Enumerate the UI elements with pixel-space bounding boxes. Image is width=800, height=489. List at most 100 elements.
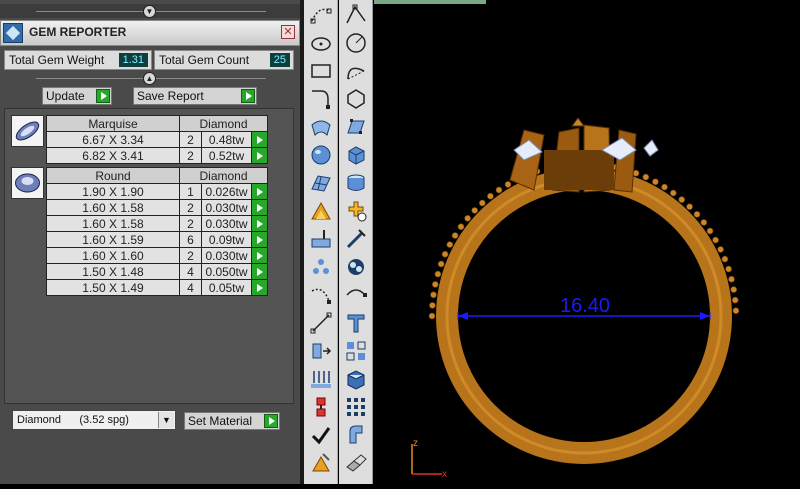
grid-array-icon[interactable] xyxy=(344,339,368,363)
boolean-subtract-icon[interactable] xyxy=(309,227,333,251)
pave-bead xyxy=(678,196,686,203)
total-gem-weight-value: 1.31 xyxy=(118,53,148,67)
panel-title-bar: GEM REPORTER ✕ xyxy=(0,20,300,46)
pave-bead xyxy=(446,241,454,248)
gem-seat-icon[interactable] xyxy=(309,199,333,223)
fillet-curve-icon[interactable] xyxy=(309,87,333,111)
select-row-play-icon[interactable] xyxy=(251,263,268,280)
paint-material-icon[interactable] xyxy=(309,451,333,475)
chevron-down-icon[interactable]: ▼ xyxy=(158,412,174,428)
close-icon[interactable]: ✕ xyxy=(281,25,295,39)
gem-weight: 0.026tw xyxy=(201,183,252,200)
axis-z-label: z xyxy=(413,438,418,449)
gem-layout-icon[interactable] xyxy=(344,255,368,279)
viewport-tab[interactable] xyxy=(374,0,486,4)
dot-grid-icon[interactable] xyxy=(344,395,368,419)
table-row[interactable]: 1.90 X 1.90 1 0.026tw xyxy=(46,183,268,200)
top-collapse-bar[interactable]: ▼ xyxy=(0,4,302,18)
gem-weight: 0.050tw xyxy=(201,263,252,280)
total-gem-count-value: 25 xyxy=(269,53,290,67)
pave-bead xyxy=(730,286,738,293)
rectangle-tool-icon[interactable] xyxy=(309,59,333,83)
gem-cluster-icon[interactable] xyxy=(344,199,368,223)
total-gem-weight: Total Gem Weight 1.31 xyxy=(4,50,152,70)
set-material-button[interactable]: Set Material xyxy=(184,412,280,430)
pave-bead xyxy=(642,173,650,181)
select-row-play-icon[interactable] xyxy=(251,147,268,164)
text-tool-icon[interactable] xyxy=(344,311,368,335)
table-row[interactable]: 6.67 X 3.34 2 0.48tw xyxy=(46,131,268,148)
table-row[interactable]: 1.60 X 1.58 2 0.030tw xyxy=(46,215,268,232)
pave-bead xyxy=(712,236,719,244)
cage-edit-icon[interactable] xyxy=(344,115,368,139)
material-header: Diamond xyxy=(179,167,268,184)
check-icon[interactable] xyxy=(309,423,333,447)
arc-tool-icon[interactable] xyxy=(344,59,368,83)
collapse-toggle-icon[interactable]: ▼ xyxy=(143,5,156,18)
array-points-icon[interactable] xyxy=(309,255,333,279)
gem-weight: 0.09tw xyxy=(201,231,252,248)
knife-cut-icon[interactable] xyxy=(344,227,368,251)
toolbar-right-column xyxy=(339,0,373,484)
update-button[interactable]: Update xyxy=(42,87,112,105)
ellipse-tool-icon[interactable] xyxy=(309,31,333,55)
select-row-play-icon[interactable] xyxy=(251,231,268,248)
gem-count: 2 xyxy=(179,131,202,148)
table-row[interactable]: 1.50 X 1.49 4 0.05tw xyxy=(46,279,268,296)
3d-viewport[interactable]: 16.40 z x xyxy=(374,0,800,484)
box-tool-icon[interactable] xyxy=(344,143,368,167)
select-row-play-icon[interactable] xyxy=(251,131,268,148)
extrude-icon[interactable] xyxy=(309,339,333,363)
collapse-toggle-icon[interactable]: ▲ xyxy=(143,72,156,85)
render-shaded-icon[interactable] xyxy=(344,451,368,475)
polyline-icon[interactable] xyxy=(309,311,333,335)
table-row[interactable]: 1.60 X 1.58 2 0.030tw xyxy=(46,199,268,216)
surface-patch-icon[interactable] xyxy=(309,171,333,195)
save-report-button[interactable]: Save Report xyxy=(133,87,257,105)
gem-count: 2 xyxy=(179,199,202,216)
table-row[interactable]: 1.60 X 1.60 2 0.030tw xyxy=(46,247,268,264)
save-report-button-label: Save Report xyxy=(137,89,204,103)
table-row[interactable]: 1.60 X 1.59 6 0.09tw xyxy=(46,231,268,248)
material-header: Diamond xyxy=(179,115,268,132)
select-row-play-icon[interactable] xyxy=(251,199,268,216)
arc-curve-icon[interactable] xyxy=(344,283,368,307)
circle-tool-icon[interactable] xyxy=(344,31,368,55)
material-dropdown-value: Diamond (3.52 spg) xyxy=(17,414,129,426)
gem-size: 1.50 X 1.48 xyxy=(46,263,180,280)
pave-bead xyxy=(669,189,677,197)
gem-weight: 0.48tw xyxy=(201,131,252,148)
split-tool-icon[interactable] xyxy=(309,395,333,419)
gem-count: 6 xyxy=(179,231,202,248)
sweep-surface-icon[interactable] xyxy=(309,115,333,139)
pave-bead xyxy=(725,265,732,273)
divide-curve-icon[interactable] xyxy=(309,283,333,307)
shape-header: Marquise xyxy=(46,115,180,132)
toolbar-left-column xyxy=(304,0,338,484)
gem-count: 4 xyxy=(179,263,202,280)
material-dropdown[interactable]: Diamond (3.52 spg) ▼ xyxy=(12,410,176,430)
point-on-curve-icon[interactable] xyxy=(309,3,333,27)
solid-box-icon[interactable] xyxy=(344,367,368,391)
select-row-play-icon[interactable] xyxy=(251,279,268,296)
select-row-play-icon[interactable] xyxy=(251,183,268,200)
pave-bead xyxy=(686,203,693,210)
polygon-tool-icon[interactable] xyxy=(344,87,368,111)
cylinder-tool-icon[interactable] xyxy=(344,171,368,195)
gem-weight: 0.52tw xyxy=(201,147,252,164)
gem-weight: 0.030tw xyxy=(201,199,252,216)
gem-size: 1.90 X 1.90 xyxy=(46,183,180,200)
pave-bead xyxy=(429,302,436,309)
select-row-play-icon[interactable] xyxy=(251,215,268,232)
pave-bead xyxy=(441,250,449,258)
select-row-play-icon[interactable] xyxy=(251,247,268,264)
table-row[interactable]: 1.50 X 1.48 4 0.050tw xyxy=(46,263,268,280)
sphere-tool-icon[interactable] xyxy=(309,143,333,167)
table-row[interactable]: 6.82 X 3.41 2 0.52tw xyxy=(46,147,268,164)
project-points-icon[interactable] xyxy=(309,367,333,391)
polyline-curve-icon[interactable] xyxy=(344,3,368,27)
stats-collapse-bar[interactable]: ▲ xyxy=(0,71,302,85)
pave-bead xyxy=(495,186,503,194)
gem-size: 1.60 X 1.60 xyxy=(46,247,180,264)
bend-deform-icon[interactable] xyxy=(344,423,368,447)
